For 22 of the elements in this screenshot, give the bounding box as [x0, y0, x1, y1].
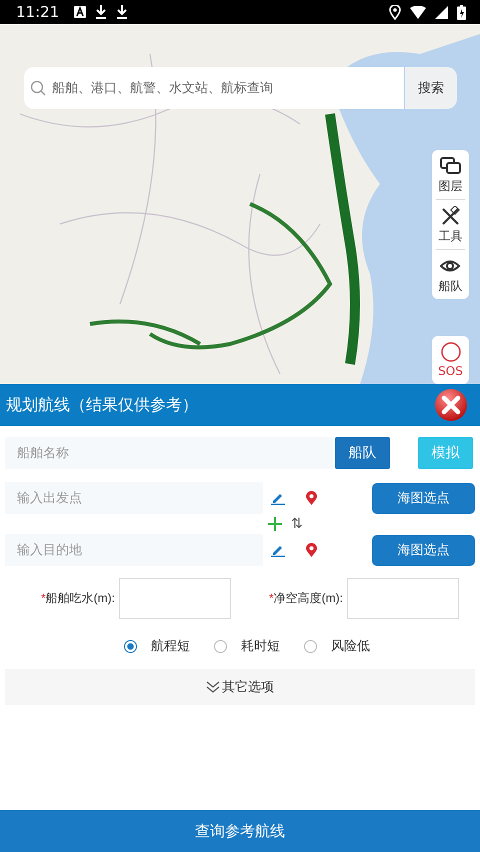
point-field[interactable]: 输入目的地 [5, 534, 263, 566]
sos-button[interactable]: SOS [432, 336, 469, 384]
map-tool-button[interactable]: 工具 [436, 200, 465, 250]
map-tool-button[interactable]: 船队 [436, 250, 465, 299]
chart-pick-button[interactable]: 海图选点 [372, 482, 475, 514]
search-button[interactable]: 搜索 [405, 67, 457, 109]
swap-button[interactable]: ⇅ [291, 516, 303, 532]
radio-label: 航程短 [151, 638, 190, 655]
radio-label: 风险低 [331, 638, 370, 655]
search-field[interactable]: 船舶、港口、航警、水文站、航标查询 [24, 67, 404, 109]
query-route-button[interactable]: 查询参考航线 [0, 810, 480, 852]
radio-label: 耗时短 [241, 638, 280, 655]
parameter-label: *净空高度(m): [268, 590, 344, 607]
status-time: 11:21 [16, 3, 60, 21]
panel-title: 规划航线（结果仅供参考） [6, 394, 198, 416]
parameter-label: *船舶吃水(m): [40, 590, 116, 607]
point-field[interactable]: 输入出发点 [5, 482, 263, 514]
fleet-button[interactable]: 船队 [335, 437, 390, 469]
map-tool-button[interactable]: 图层 [436, 150, 465, 200]
ship-name-field[interactable]: 船舶名称 [5, 437, 333, 469]
chart-pick-button[interactable]: 海图选点 [372, 534, 475, 566]
more-options-button[interactable]: 其它选项 [5, 669, 475, 705]
